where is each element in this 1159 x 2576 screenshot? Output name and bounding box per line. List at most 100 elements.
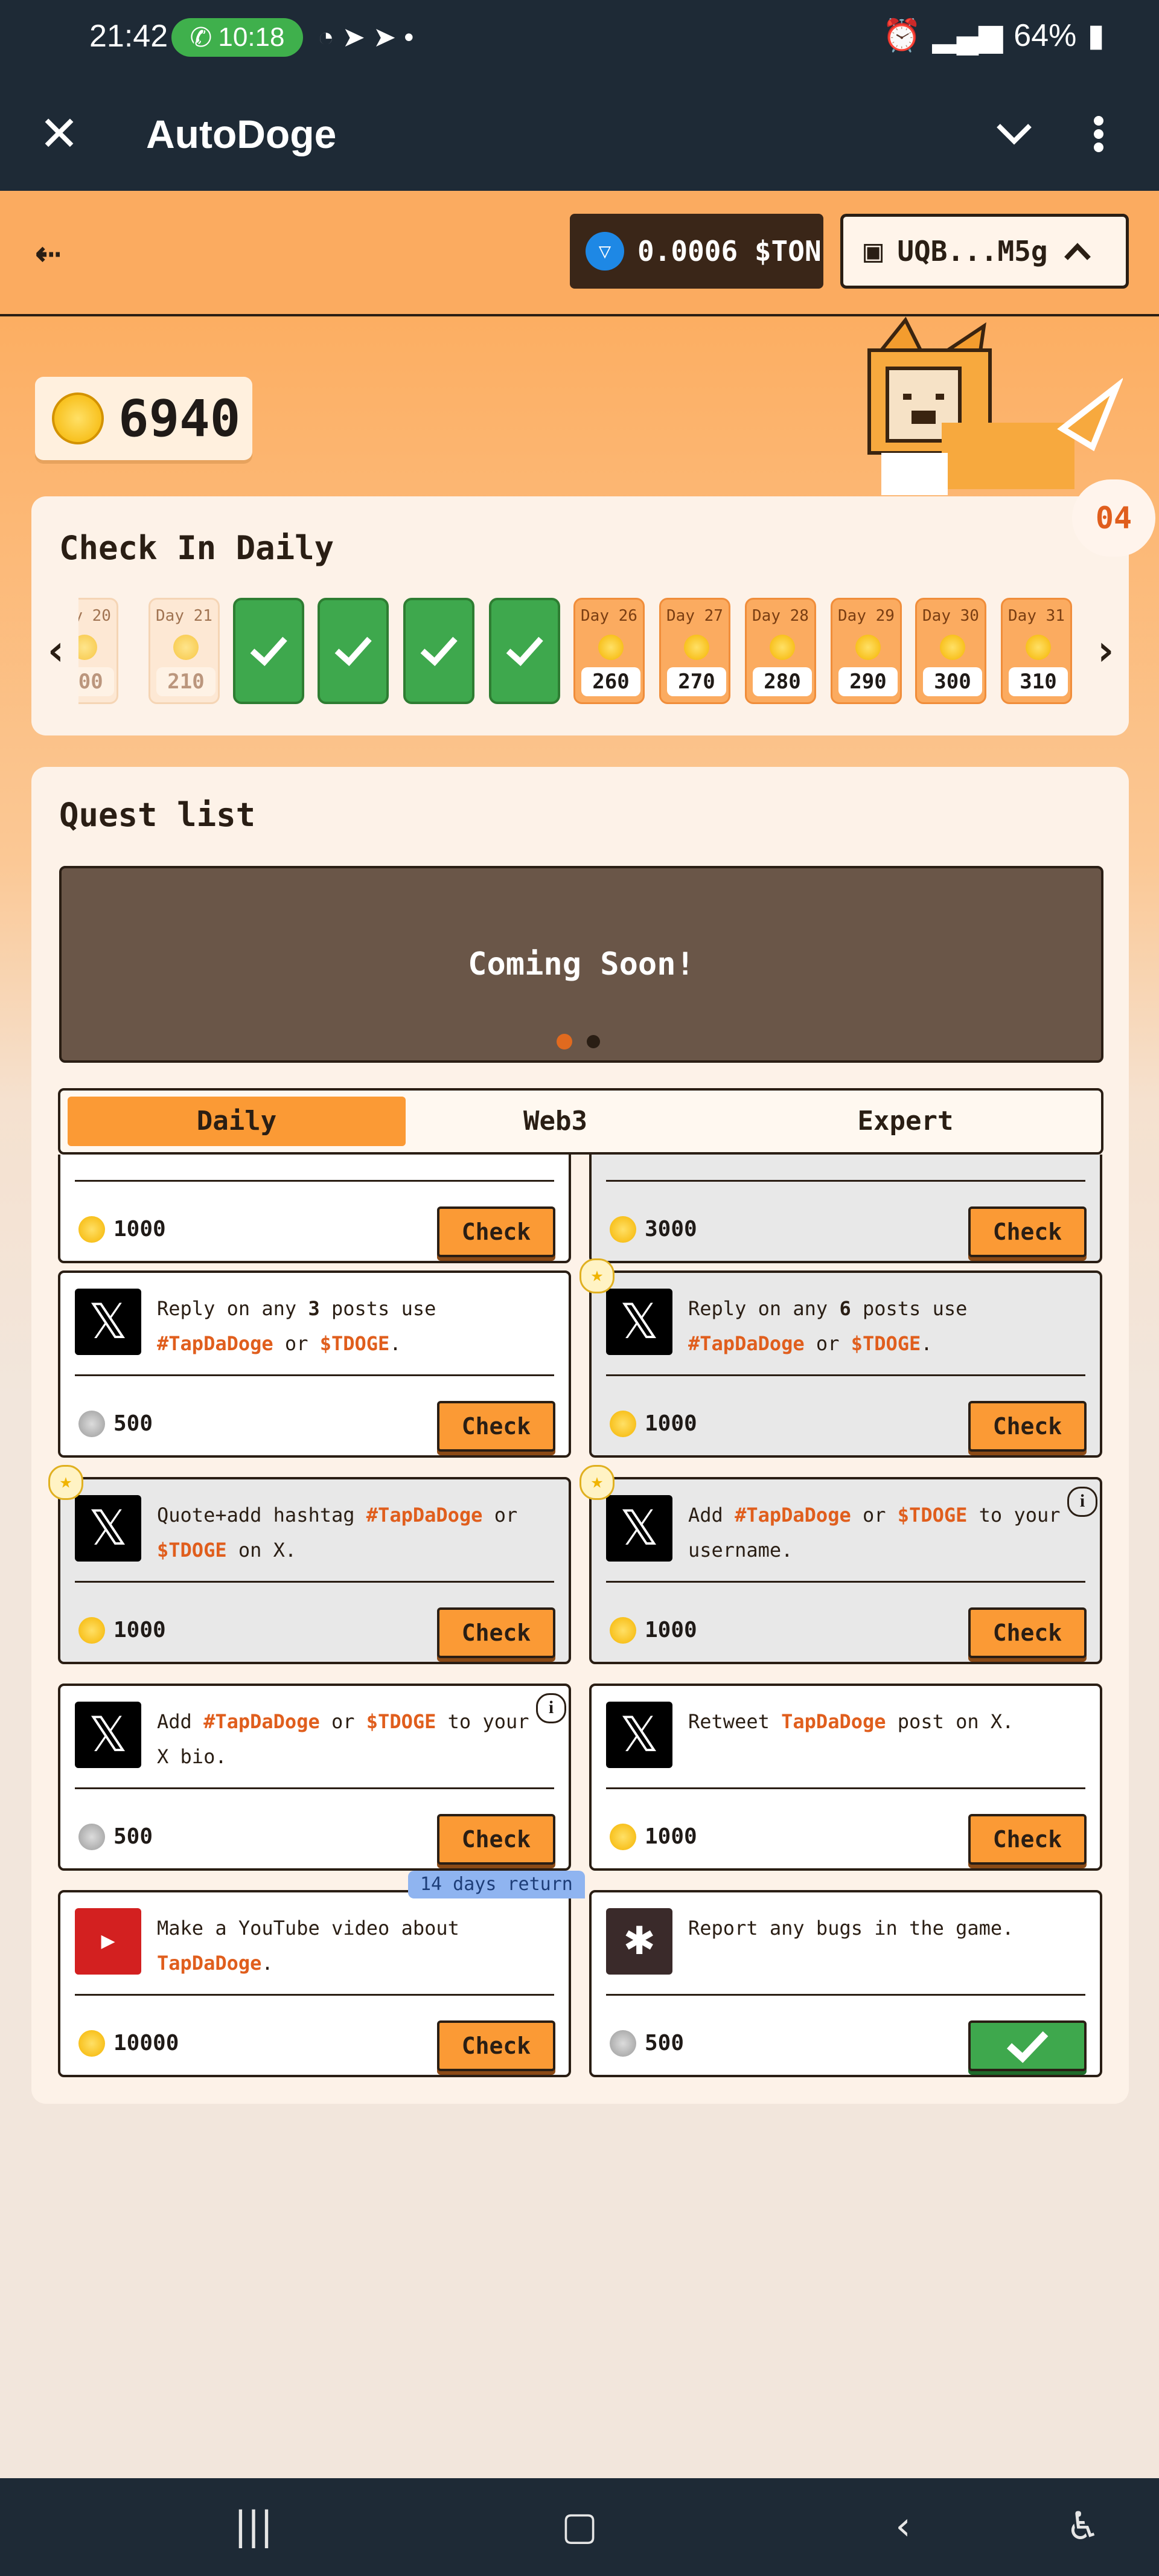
carousel-dot-active[interactable] — [557, 1034, 572, 1049]
quest-text-part: Reply on any — [157, 1297, 308, 1320]
carousel-dot[interactable] — [587, 1035, 600, 1048]
coin-icon — [78, 635, 97, 660]
star-icon: ★ — [48, 1465, 83, 1500]
quest-list-title: Quest list — [59, 796, 256, 834]
check-in-day[interactable]: Day 20 200 — [78, 598, 118, 704]
checkmark-icon — [420, 636, 458, 667]
day-reward: 210 — [156, 667, 216, 696]
check-button[interactable]: Check — [437, 1206, 555, 1257]
quest-hashtag: #TapDaDoge — [157, 1332, 273, 1355]
quest-text-part: or — [851, 1504, 898, 1527]
quest-card: 𝕏 Reply on any 6 posts use #TapDaDoge or … — [589, 1270, 1102, 1458]
tab-expert[interactable]: Expert — [821, 1097, 990, 1146]
quest-brand: TapDaDoge — [157, 1952, 262, 1975]
quest-ticker: $TDOGE — [366, 1710, 436, 1733]
coming-soon-banner[interactable]: Coming Soon! — [59, 866, 1103, 1063]
chevron-right-icon[interactable]: › — [1093, 626, 1118, 675]
quest-text-part: . — [389, 1332, 401, 1355]
tab-daily[interactable]: Daily — [68, 1097, 406, 1146]
check-button[interactable]: Check — [437, 1814, 555, 1865]
completed-button[interactable] — [968, 2020, 1087, 2071]
youtube-logo-icon: ▶ — [75, 1908, 141, 1975]
check-button[interactable]: Check — [968, 1607, 1087, 1658]
quest-text-part: to your — [436, 1710, 529, 1733]
return-tag: 14 days return — [408, 1871, 585, 1898]
quest-text-part: to your — [967, 1504, 1061, 1527]
quest-text-part: . — [921, 1332, 933, 1355]
quest-text: Make a YouTube video about TapDaDoge. — [157, 1911, 543, 1981]
checkmark-icon — [250, 636, 287, 667]
quest-hashtag: #TapDaDoge — [688, 1332, 805, 1355]
coin-icon — [598, 635, 624, 660]
quest-reward: 1000 — [645, 1411, 697, 1436]
info-icon[interactable]: i — [1067, 1487, 1097, 1517]
divider — [606, 1374, 1085, 1376]
quest-count: 6 — [839, 1297, 851, 1320]
home-icon[interactable]: ▢ — [549, 2502, 610, 2551]
check-in-day[interactable]: Day 29 290 — [831, 598, 902, 704]
check-in-day[interactable]: Day 28 280 — [745, 598, 816, 704]
check-in-days: Day 20200Day 21210Day 26260Day 27270Day … — [78, 0, 1081, 725]
coin-icon — [610, 1617, 636, 1644]
quest-text: Reply on any 6 posts use #TapDaDoge or $T… — [688, 1291, 1074, 1361]
check-in-badge: 04 — [1072, 479, 1155, 557]
check-in-day[interactable]: Day 21 210 — [148, 598, 220, 704]
check-button[interactable]: Check — [968, 1401, 1087, 1452]
day-reward: 270 — [667, 667, 726, 696]
quest-card: 3000 Check — [589, 1155, 1102, 1263]
check-in-day[interactable]: Day 27 270 — [659, 598, 730, 704]
quest-text-part: Reply on any — [688, 1297, 840, 1320]
back-arrow-icon[interactable]: ⇠ — [35, 227, 83, 275]
day-label: Day 20 — [78, 607, 111, 625]
check-in-day[interactable] — [489, 598, 560, 704]
accessibility-icon[interactable]: ♿ — [1053, 2502, 1113, 2551]
check-button[interactable]: Check — [968, 1814, 1087, 1865]
quest-card: 𝕏 Add #TapDaDoge or $TDOGE to your X bio.… — [58, 1684, 571, 1871]
quest-text-part: Report any bugs in the game. — [688, 1917, 1014, 1940]
quest-ticker: $TDOGE — [851, 1332, 921, 1355]
check-in-day[interactable] — [403, 598, 474, 704]
quest-text-part: Add — [157, 1710, 204, 1733]
more-options-icon[interactable] — [1091, 112, 1106, 161]
check-button[interactable]: Check — [968, 1206, 1087, 1257]
quest-reward: 500 — [113, 1411, 153, 1436]
quest-tabs: Daily Web3 Expert — [58, 1088, 1103, 1155]
system-nav-bar: ||| ▢ ‹ ♿ — [0, 2478, 1159, 2576]
tab-web3[interactable]: Web3 — [471, 1097, 640, 1146]
check-in-day[interactable]: Day 30 300 — [915, 598, 986, 704]
quest-text: Add #TapDaDoge or $TDOGE to your X bio. — [157, 1704, 543, 1774]
info-icon[interactable]: i — [536, 1693, 566, 1723]
quest-text-part: username. — [688, 1539, 793, 1562]
day-reward: 200 — [78, 667, 114, 696]
check-button[interactable]: Check — [437, 1401, 555, 1452]
coin-icon — [78, 1617, 105, 1644]
quest-text-part: posts use — [319, 1297, 436, 1320]
x-logo-icon: 𝕏 — [75, 1289, 141, 1355]
x-logo-icon: 𝕏 — [606, 1289, 672, 1355]
chevron-left-icon[interactable]: ‹ — [43, 626, 69, 675]
quest-text-part: or — [482, 1504, 518, 1527]
quest-card: 𝕏 Retweet TapDaDoge post on X. 1000 Chec… — [589, 1684, 1102, 1871]
quest-text: Quote+add hashtag #TapDaDoge or $TDOGE on… — [157, 1498, 543, 1568]
check-in-day[interactable]: Day 26 260 — [573, 598, 645, 704]
quest-hashtag: #TapDaDoge — [203, 1710, 320, 1733]
check-in-day[interactable]: Day 31 310 — [1001, 598, 1072, 704]
check-in-day[interactable] — [318, 598, 389, 704]
star-icon: ★ — [580, 1465, 615, 1500]
quest-reward: 1000 — [113, 1217, 166, 1242]
x-logo-icon: 𝕏 — [75, 1495, 141, 1562]
divider — [75, 1180, 554, 1182]
checkmark-icon — [1006, 2031, 1049, 2063]
quest-count: 3 — [308, 1297, 320, 1320]
check-in-day[interactable] — [233, 598, 304, 704]
recent-apps-icon[interactable]: ||| — [223, 2502, 284, 2551]
back-icon[interactable]: ‹ — [873, 2502, 933, 2551]
quest-text-part: Make a YouTube video about — [157, 1917, 459, 1940]
quest-ticker: $TDOGE — [319, 1332, 390, 1355]
check-button[interactable]: Check — [437, 2020, 555, 2071]
quest-text-part: posts use — [851, 1297, 968, 1320]
checkmark-icon — [506, 636, 543, 667]
check-button[interactable]: Check — [437, 1607, 555, 1658]
close-icon[interactable]: ✕ — [35, 110, 83, 158]
banner-text: Coming Soon! — [468, 946, 695, 982]
